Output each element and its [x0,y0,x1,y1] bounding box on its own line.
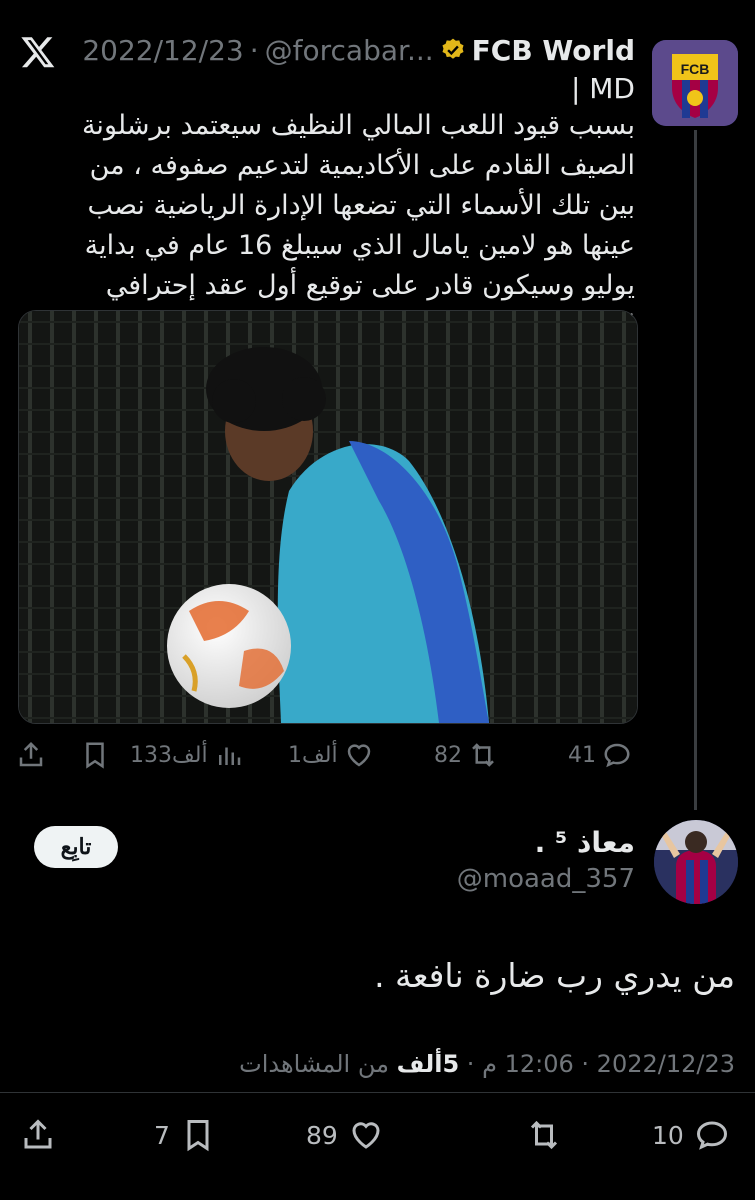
like-icon [352,1122,380,1149]
reply-time[interactable]: 12:06 م [482,1050,574,1078]
reply-likes-count: 89 [306,1120,338,1150]
fcb-avatar-text: FCB [681,61,710,77]
reply-views-count: 5ألف [396,1050,460,1078]
share-icon [19,741,43,767]
reply-replies-count: 10 [652,1120,684,1150]
reply-reply-button[interactable]: 10 [652,1110,730,1160]
bookmark-icon [86,742,104,769]
x-logo-icon[interactable] [20,34,56,70]
reply-author-name[interactable]: معاذ ⁵ . [535,826,635,859]
meta-separator: · [581,1050,590,1078]
quoted-author-avatar[interactable]: FCB [652,40,738,126]
quoted-author-name[interactable]: FCB World [472,34,635,67]
like-icon [347,744,370,767]
share-icon [24,1119,52,1149]
reply-like-button[interactable]: 89 [306,1110,384,1160]
reply-bookmarks-count: 7 [154,1120,170,1150]
likes-count: 1ألف [288,742,338,768]
reply-tweet-text: من يدري رب ضارة نافعة . [374,956,735,995]
quoted-tweet-photo[interactable] [18,310,638,724]
reply-actions-bar: 7 89 10 [0,1110,755,1160]
reply-views-label: من المشاهدات [239,1050,389,1078]
quoted-handle[interactable]: @forcabar... [265,34,434,67]
thread-connector-line [694,130,697,810]
repost-icon [472,743,494,767]
quoted-actions-bar: 133ألف 1ألف 82 41 [16,730,636,780]
reply-bookmark-button[interactable]: 7 [154,1110,216,1160]
follow-button[interactable]: تابِع [34,826,118,868]
reply-share-button[interactable] [20,1110,56,1160]
repost-icon [530,1120,558,1150]
reply-author-handle[interactable]: @moaad_357 [457,864,635,894]
reply-author-avatar[interactable] [654,820,738,904]
repost-button[interactable]: 82 [434,730,498,780]
reposts-count: 82 [434,742,462,768]
reply-meta: 2022/12/23 · 12:06 م · 5ألف من المشاهدات [239,1050,735,1078]
reply-icon [696,1121,727,1150]
share-button[interactable] [16,730,46,780]
quoted-date[interactable]: 2022/12/23 [82,34,243,67]
reply-button[interactable]: 41 [568,730,632,780]
quoted-author-suffix: | MD [570,72,635,105]
quoted-header: 2022/12/23 · @forcabar... FCB World [82,30,635,70]
meta-separator: · [466,1050,475,1078]
views-stat[interactable]: 133ألف [130,730,244,780]
divider [0,1092,755,1093]
reply-icon [604,743,630,768]
views-count: 133ألف [130,742,208,768]
views-icon [218,747,240,765]
replies-count: 41 [568,742,596,768]
bookmark-icon [187,1120,209,1152]
quoted-separator: · [249,33,259,67]
like-button[interactable]: 1ألف [288,730,374,780]
reply-repost-button[interactable] [526,1110,562,1160]
bookmark-button[interactable] [80,730,110,780]
reply-date[interactable]: 2022/12/23 [597,1050,735,1078]
verified-badge-icon [442,38,464,59]
